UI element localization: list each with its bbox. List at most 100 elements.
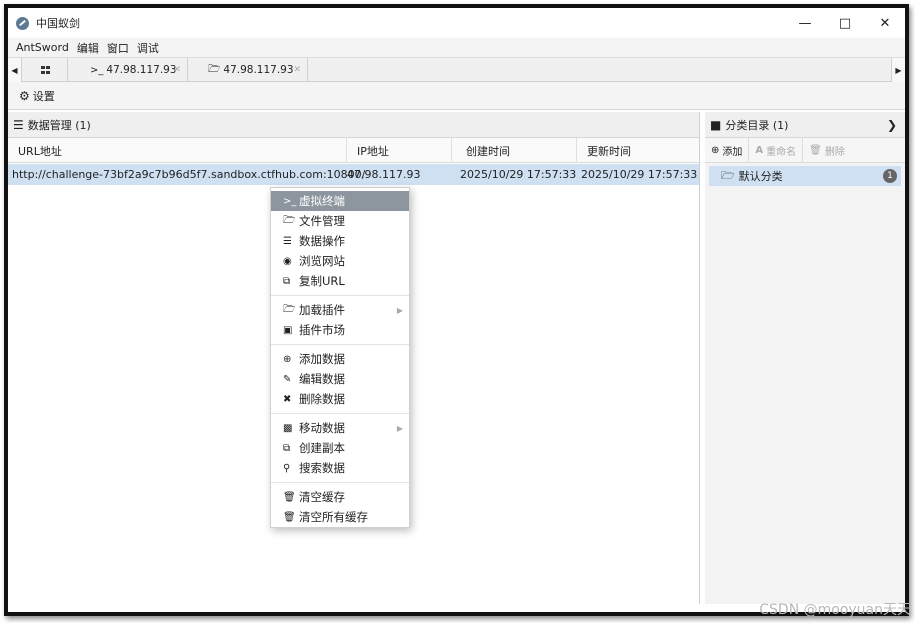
menu-separator (271, 295, 409, 296)
delete-label: 删除 (824, 146, 845, 158)
copy-icon: ⧉ (283, 442, 291, 454)
menu-separator (271, 413, 409, 414)
folder-icon: 🗁 (283, 214, 296, 226)
menu-item-move-data[interactable]: ▩ 移动数据 ▶ (271, 418, 409, 438)
menu-item-virtual-terminal[interactable]: >_ 虚拟终端 (271, 191, 409, 211)
tab-scroll-right-icon[interactable]: ▶ (891, 58, 905, 82)
cell-url: http://challenge-73bf2a9c7b96d5f7.sandbo… (12, 168, 366, 181)
menu-item-label: 复制URL (299, 274, 345, 288)
menu-item-plugin-market[interactable]: ▣ 插件市场 (271, 320, 409, 340)
terminal-icon: >_ (283, 195, 297, 207)
plus-circle-icon: ⊕ (711, 144, 720, 156)
menu-debug[interactable]: 调试 (133, 40, 163, 56)
folder-icon: 🗁 (208, 63, 221, 75)
cart-icon: ▣ (283, 324, 293, 336)
column-created[interactable]: 创建时间 (456, 138, 577, 163)
menu-item-label: 移动数据 (299, 421, 345, 435)
rename-label: 重命名 (766, 146, 797, 158)
panel-title: 数据管理 (1) (27, 118, 91, 132)
close-icon[interactable]: ✕ (865, 8, 905, 38)
category-panel: ■ 分类目录 (1) ❯ ⊕ 添加 A 重命名 🗑 删除 🗁 默认分类 1 (705, 112, 905, 604)
folder-icon: ■ (710, 117, 722, 132)
menu-item-label: 加载插件 (299, 303, 345, 317)
maximize-icon[interactable]: □ (825, 8, 865, 38)
menu-item-label: 虚拟终端 (299, 194, 345, 208)
delete-category-button[interactable]: 🗑 删除 (803, 138, 851, 163)
menu-item-search-data[interactable]: ⚲ 搜索数据 (271, 458, 409, 478)
tab-scroll-left-icon[interactable]: ◀ (8, 58, 22, 82)
panel-header: ☰ 数据管理 (1) (8, 112, 699, 138)
chevron-right-icon[interactable]: ❯ (887, 118, 897, 132)
minimize-icon[interactable]: — (785, 8, 825, 38)
move-icon: ▩ (283, 422, 293, 434)
menu-item-file-manager[interactable]: 🗁 文件管理 (271, 211, 409, 231)
settings-button[interactable]: 设置 (33, 88, 55, 104)
tab-terminal[interactable]: >_ 47.98.117.93 ✕ (70, 58, 188, 82)
tab-label: 47.98.117.93 (106, 64, 177, 76)
menu-separator (271, 344, 409, 345)
window-title: 中国蚁剑 (36, 17, 80, 30)
list-icon: ☰ (13, 117, 24, 132)
column-ip[interactable]: IP地址 (347, 138, 452, 163)
rename-category-button[interactable]: A 重命名 (749, 137, 804, 163)
grid-icon (40, 66, 51, 74)
tab-home[interactable] (24, 58, 68, 82)
menu-item-load-plugin[interactable]: 🗁 加载插件 ▶ (271, 300, 409, 320)
close-icon: ✖ (283, 393, 292, 405)
app-window: 中国蚁剑 — □ ✕ AntSword 编辑 窗口 调试 ◀ >_ 47.98.… (4, 4, 909, 616)
context-menu: >_ 虚拟终端 🗁 文件管理 ☰ 数据操作 ◉ 浏览网站 ⧉ 复制URL 🗁 加… (270, 187, 410, 528)
menu-edit[interactable]: 编辑 (73, 40, 103, 56)
menu-window[interactable]: 窗口 (103, 40, 133, 56)
cell-updated: 2025/10/29 17:57:33 (581, 168, 698, 181)
tab-file-manager[interactable]: 🗁 47.98.117.93 ✕ (190, 58, 308, 82)
submenu-arrow-icon: ▶ (396, 423, 403, 433)
tab-close-icon[interactable]: ✕ (173, 65, 181, 75)
table-header: URL地址 IP地址 创建时间 更新时间 (8, 138, 699, 163)
menu-item-delete-data[interactable]: ✖ 删除数据 (271, 389, 409, 409)
column-url[interactable]: URL地址 (8, 138, 347, 163)
menu-bar: AntSword 编辑 窗口 调试 (8, 38, 905, 57)
plus-circle-icon: ⊕ (283, 353, 292, 365)
copy-icon: ⧉ (283, 275, 291, 287)
menu-item-database[interactable]: ☰ 数据操作 (271, 231, 409, 251)
font-icon: A (755, 144, 764, 156)
submenu-arrow-icon: ▶ (396, 305, 403, 315)
menu-item-clear-all-cache[interactable]: 🗑 清空所有缓存 (271, 507, 409, 527)
tab-bar: ◀ >_ 47.98.117.93 ✕ 🗁 47.98.117.93 ✕ ▶ (8, 57, 905, 82)
menu-item-label: 浏览网站 (299, 254, 345, 268)
category-item-default[interactable]: 🗁 默认分类 1 (709, 166, 901, 186)
trash-icon: 🗑 (283, 511, 296, 523)
toolbar: ⚙ 设置 (8, 82, 905, 110)
folder-icon: 🗁 (721, 168, 735, 182)
category-label: 默认分类 (738, 170, 783, 183)
menu-item-edit-data[interactable]: ✎ 编辑数据 (271, 369, 409, 389)
menu-item-label: 创建副本 (299, 441, 345, 455)
table-row[interactable]: http://challenge-73bf2a9c7b96d5f7.sandbo… (8, 164, 699, 185)
menu-item-create-copy[interactable]: ⧉ 创建副本 (271, 438, 409, 458)
menu-item-label: 清空缓存 (299, 490, 345, 504)
window-controls: — □ ✕ (785, 8, 905, 38)
chrome-icon: ◉ (283, 255, 292, 267)
category-title: 分类目录 (1) (725, 118, 789, 132)
menu-item-browse-site[interactable]: ◉ 浏览网站 (271, 251, 409, 271)
menu-item-label: 搜索数据 (299, 461, 345, 475)
menu-item-label: 编辑数据 (299, 372, 345, 386)
tab-close-icon[interactable]: ✕ (293, 65, 301, 75)
menu-antsword[interactable]: AntSword (12, 41, 73, 54)
cell-created: 2025/10/29 17:57:33 (460, 168, 577, 181)
terminal-icon: >_ (90, 64, 104, 76)
title-bar: 中国蚁剑 — □ ✕ (8, 8, 905, 38)
menu-item-label: 清空所有缓存 (299, 510, 368, 524)
add-category-button[interactable]: ⊕ 添加 (705, 137, 750, 163)
menu-item-label: 数据操作 (299, 234, 345, 248)
menu-item-label: 删除数据 (299, 392, 345, 406)
search-icon: ⚲ (283, 462, 291, 474)
gear-icon[interactable]: ⚙ (19, 89, 30, 103)
menu-item-clear-cache[interactable]: 🗑 清空缓存 (271, 487, 409, 507)
menu-item-add-data[interactable]: ⊕ 添加数据 (271, 349, 409, 369)
menu-item-copy-url[interactable]: ⧉ 复制URL (271, 271, 409, 291)
column-updated[interactable]: 更新时间 (577, 138, 699, 163)
menu-item-label: 插件市场 (299, 323, 345, 337)
menu-separator (271, 482, 409, 483)
category-header: ■ 分类目录 (1) ❯ (705, 112, 905, 138)
